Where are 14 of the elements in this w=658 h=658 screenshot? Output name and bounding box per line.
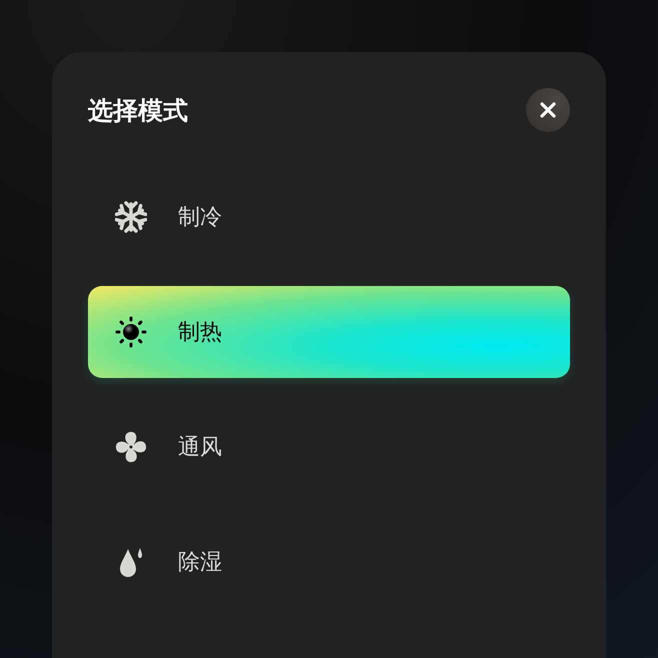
fan-icon (115, 431, 147, 463)
mode-label: 通风 (178, 434, 222, 462)
dialog-title: 选择模式 (88, 94, 188, 126)
mode-option[interactable]: 通风 (88, 401, 570, 493)
mode-option[interactable]: 除湿 (88, 516, 570, 608)
snowflake-icon (115, 201, 147, 233)
close-icon (539, 101, 557, 119)
mode-option[interactable]: 制冷 (88, 171, 570, 263)
sun-icon (115, 316, 147, 348)
mode-label: 制热 (178, 319, 222, 347)
close-button[interactable] (526, 88, 570, 132)
mode-option[interactable]: 制热 (88, 286, 570, 378)
mode-label: 除湿 (178, 549, 222, 577)
mode-label: 制冷 (178, 204, 222, 232)
